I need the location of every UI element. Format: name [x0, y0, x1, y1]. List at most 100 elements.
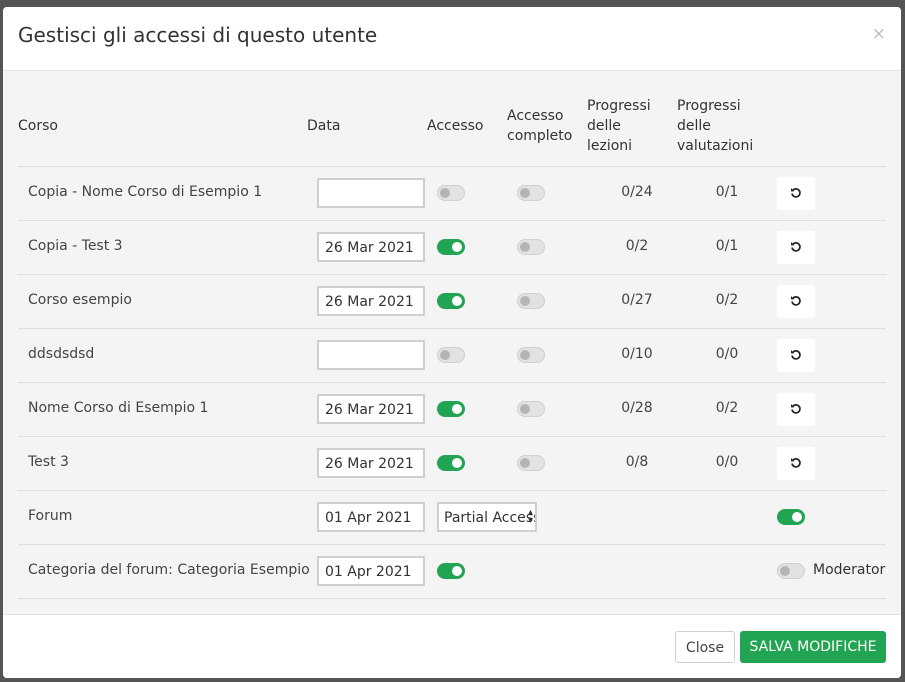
full-access-toggle[interactable]	[517, 185, 545, 201]
toggle-knob	[440, 350, 450, 360]
toggle-knob	[520, 458, 530, 468]
close-icon[interactable]: ×	[872, 24, 886, 44]
date-input[interactable]	[317, 340, 425, 370]
toggle-knob	[520, 296, 530, 306]
course-name: ddsdsdsd	[28, 346, 95, 362]
toggle-knob	[452, 458, 462, 468]
toggle-knob	[520, 404, 530, 414]
assessment-progress: 0/1	[715, 184, 739, 200]
lesson-progress: 0/28	[621, 400, 653, 416]
access-toggle[interactable]	[437, 293, 465, 309]
toggle-knob	[440, 188, 450, 198]
lesson-progress: 0/8	[625, 454, 649, 470]
toggle-knob	[452, 242, 462, 252]
access-toggle[interactable]	[437, 563, 465, 579]
toggle-knob	[452, 404, 462, 414]
full-access-toggle[interactable]	[517, 239, 545, 255]
access-select[interactable]: Partial Access ▴ ▾	[437, 502, 537, 532]
reset-button[interactable]	[777, 339, 815, 372]
full-access-toggle[interactable]	[517, 347, 545, 363]
access-toggle[interactable]	[437, 185, 465, 201]
course-name: Copia - Nome Corso di Esempio 1	[28, 184, 263, 200]
date-input[interactable]: 26 Mar 2021	[317, 286, 425, 316]
toggle-knob	[780, 566, 790, 576]
date-input[interactable]: 26 Mar 2021	[317, 448, 425, 478]
reset-icon	[791, 188, 801, 198]
lesson-progress: 0/2	[625, 238, 649, 254]
full-access-toggle[interactable]	[517, 293, 545, 309]
course-name: Test 3	[28, 454, 69, 470]
table-header: Corso Data Accesso Accesso completo Prog…	[18, 71, 886, 167]
toggle-knob	[520, 188, 530, 198]
course-name: Corso esempio	[28, 292, 132, 308]
reset-icon	[791, 242, 801, 252]
toggle-knob	[452, 566, 462, 576]
assessment-progress: 0/1	[715, 238, 739, 254]
reset-icon	[791, 350, 801, 360]
toggle-knob	[452, 296, 462, 306]
table-row: ddsdsdsd 0/10 0/0	[18, 329, 886, 383]
reset-button[interactable]	[777, 393, 815, 426]
lesson-progress: 0/10	[621, 346, 653, 362]
lesson-progress: 0/27	[621, 292, 653, 308]
table-row: Nome Corso di Esempio 1 26 Mar 2021 0/28 0/…	[18, 383, 886, 437]
close-button[interactable]: Close	[675, 631, 735, 663]
lesson-progress: 0/24	[621, 184, 653, 200]
header-full-access-line: completo	[507, 128, 573, 144]
table-row: Test 3 26 Mar 2021 0/8 0/0	[18, 437, 886, 491]
toggle-knob	[792, 512, 802, 522]
access-toggle[interactable]	[437, 401, 465, 417]
modal-header: Gestisci gli accessi di questo utente ×	[3, 7, 901, 71]
modal-body: Corso Data Accesso Accesso completo Prog…	[18, 71, 886, 614]
moderator-label: Moderator	[813, 562, 886, 578]
table-row: Copia - Nome Corso di Esempio 1 0/24 0/1	[18, 167, 886, 221]
date-input[interactable]: 01 Apr 2021	[317, 556, 425, 586]
reset-button[interactable]	[777, 285, 815, 318]
modal-title: Gestisci gli accessi di questo utente	[18, 23, 378, 47]
header-assessment-progress: Progressi delle valutazioni	[677, 96, 753, 156]
moderator-toggle[interactable]	[777, 563, 805, 579]
full-access-toggle[interactable]	[517, 455, 545, 471]
reset-button[interactable]	[777, 447, 815, 480]
toggle-knob	[520, 242, 530, 252]
reset-button[interactable]	[777, 231, 815, 264]
assessment-progress: 0/0	[715, 346, 739, 362]
date-input[interactable]: 01 Apr 2021	[317, 502, 425, 532]
header-course: Corso	[18, 118, 58, 134]
header-assessment-progress-line: valutazioni	[677, 138, 754, 154]
header-assessment-progress-line: delle	[677, 118, 711, 134]
header-assessment-progress-line: Progressi	[677, 98, 741, 114]
access-toggle[interactable]	[437, 455, 465, 471]
table-row-category: Categoria del forum: Categoria Esempio 0…	[18, 545, 886, 599]
save-changes-button[interactable]: SALVA MODIFICHE	[740, 631, 886, 663]
forum-enabled-toggle[interactable]	[777, 509, 805, 525]
access-modal: Gestisci gli accessi di questo utente × …	[3, 7, 901, 678]
modal-footer: Close SALVA MODIFICHE	[3, 614, 901, 678]
date-input[interactable]	[317, 178, 425, 208]
reset-icon	[791, 296, 801, 306]
course-name: Forum	[28, 508, 73, 524]
header-access: Accesso	[427, 118, 484, 134]
course-name: Nome Corso di Esempio 1	[28, 400, 209, 416]
assessment-progress: 0/0	[715, 454, 739, 470]
header-full-access: Accesso completo	[507, 106, 572, 146]
reset-icon	[791, 404, 801, 414]
date-input[interactable]: 26 Mar 2021	[317, 232, 425, 262]
header-lesson-progress-line: lezioni	[587, 138, 633, 154]
table-row: Copia - Test 3 26 Mar 2021 0/2 0/1	[18, 221, 886, 275]
full-access-toggle[interactable]	[517, 401, 545, 417]
access-select-value: Partial Access	[444, 510, 537, 526]
access-toggle[interactable]	[437, 347, 465, 363]
assessment-progress: 0/2	[715, 400, 739, 416]
reset-button[interactable]	[777, 177, 815, 210]
table-row-forum: Forum 01 Apr 2021 Partial Access ▴ ▾	[18, 491, 886, 545]
access-toggle[interactable]	[437, 239, 465, 255]
reset-icon	[791, 458, 801, 468]
course-name: Categoria del forum: Categoria Esempio	[28, 562, 310, 578]
course-name: Copia - Test 3	[28, 238, 123, 254]
header-lesson-progress-line: delle	[587, 118, 621, 134]
select-arrows-icon: ▴ ▾	[527, 507, 533, 526]
header-lesson-progress-line: Progressi	[587, 98, 651, 114]
assessment-progress: 0/2	[715, 292, 739, 308]
date-input[interactable]: 26 Mar 2021	[317, 394, 425, 424]
